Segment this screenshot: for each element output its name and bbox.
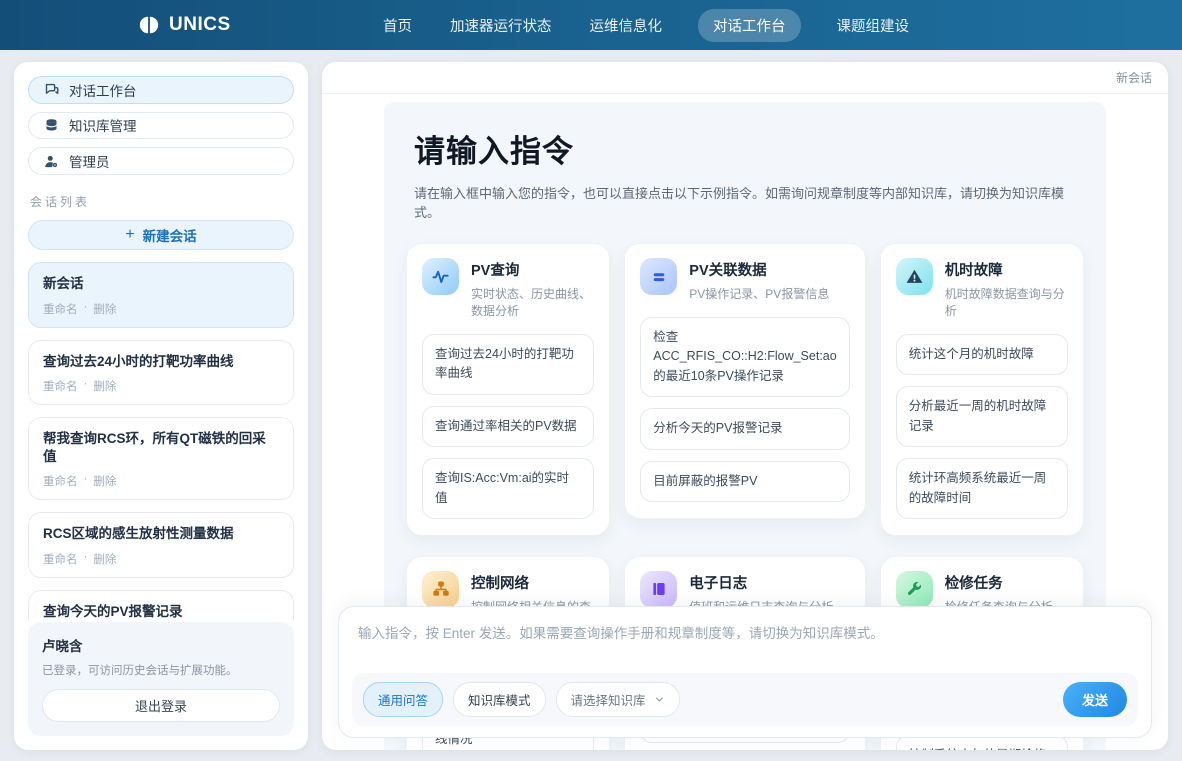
rename-action[interactable]: 重命名 [43,473,78,489]
action-divider: · [84,473,88,489]
session-title: 新会话 [1116,69,1152,86]
card-subtitle: PV操作记录、PV报警信息 [689,285,829,302]
conversation-item[interactable]: 查询今天的PV报警记录 重命名 · 删除 [28,590,294,620]
card-title: PV查询 [471,259,594,280]
waveform-icon [422,258,459,295]
card-subtitle: 实时状态、历史曲线、数据分析 [471,285,594,319]
example-chip[interactable]: 统计环高频系统最近一周的故障时间 [896,458,1068,519]
delete-action[interactable]: 删除 [93,378,116,394]
warning-icon [896,258,933,295]
database-icon [44,118,59,133]
user-card: 卢晓含 已登录，可访问历史会话与扩展功能。 退出登录 [28,622,294,736]
logo-text: UNICS [169,14,231,36]
card-title: 检修任务 [945,572,1053,593]
wrench-icon [896,571,933,608]
book-icon [640,571,677,608]
page-subtitle: 请在输入框中输入您的指令，也可以直接点击以下示例指令。如需询问规章制度等内部知识… [414,183,1084,221]
user-name: 卢晓含 [42,635,280,655]
conversation-title: 查询今天的PV报警记录 [43,603,279,620]
knowledge-base-select-label: 请选择知识库 [571,690,646,709]
sidebar-item-knowledge-base[interactable]: 知识库管理 [28,112,294,140]
conversation-title: 新会话 [43,275,279,293]
main-panel: 新会话 请输入指令 请在输入框中输入您的指令，也可以直接点击以下示例指令。如需询… [322,62,1168,750]
nav-accelerator-status[interactable]: 加速器运行状态 [448,9,554,42]
action-divider: · [84,378,88,394]
conversation-item[interactable]: 查询过去24小时的打靶功率曲线 重命名 · 删除 [28,340,294,406]
example-chip[interactable]: 查询过去24小时的打靶功率曲线 [422,334,594,395]
rename-action[interactable]: 重命名 [43,551,78,567]
network-icon [422,571,459,608]
action-divider: · [84,301,88,317]
composer-footer: 通用问答 知识库模式 请选择知识库 发送 [352,673,1138,726]
action-divider: · [84,551,88,567]
conversation-title: 帮我查询RCS环，所有QT磁铁的回采值 [43,430,279,465]
card-title: 控制网络 [471,572,594,593]
conversation-list: 新会话 重命名 · 删除 查询过去24小时的打靶功率曲线 重命名 · 删除 帮我… [28,262,294,620]
example-chip[interactable]: 分析最近一周的机时故障记录 [896,386,1068,447]
nav-ops-informatization[interactable]: 运维信息化 [588,9,665,42]
mode-general-qa[interactable]: 通用问答 [363,682,443,717]
sidebar-item-chat-workbench[interactable]: 对话工作台 [28,76,294,104]
card-pv-query: PV查询 实时状态、历史曲线、数据分析 查询过去24小时的打靶功率曲线 查询通过… [406,243,610,536]
conversation-list-label: 会话列表 [30,193,292,210]
rename-action[interactable]: 重命名 [43,378,78,394]
sidebar-item-admin[interactable]: 管理员 [28,147,294,175]
delete-action[interactable]: 删除 [93,473,116,489]
card-subtitle: 机时故障数据查询与分析 [945,285,1068,319]
new-session-label: 新建会话 [143,225,197,245]
unics-logo-icon [138,14,160,36]
admin-icon [44,154,59,169]
sidebar-item-label: 对话工作台 [69,80,137,100]
knowledge-base-select[interactable]: 请选择知识库 [556,682,680,717]
chevron-down-icon [654,694,665,705]
nav-home[interactable]: 首页 [381,9,414,42]
logout-button[interactable]: 退出登录 [42,689,280,722]
card-title: 电子日志 [689,572,833,593]
page-title: 请输入指令 [414,126,1084,171]
sidebar-item-label: 管理员 [69,151,110,171]
nav-chat-workbench[interactable]: 对话工作台 [698,9,801,42]
send-button[interactable]: 发送 [1063,682,1127,717]
user-status: 已登录，可访问历史会话与扩展功能。 [42,662,280,678]
rename-action[interactable]: 重命名 [43,301,78,317]
example-chip[interactable]: 目前屏蔽的报警PV [640,461,849,502]
logo: UNICS [138,14,231,36]
card-title: PV关联数据 [689,259,829,280]
new-session-button[interactable]: + 新建会话 [28,220,294,250]
main-topbar: 新会话 [322,62,1168,94]
plus-icon: + [125,227,134,243]
app-header: UNICS 首页 加速器运行状态 运维信息化 对话工作台 课题组建设 [0,0,1182,50]
conversation-item[interactable]: 新会话 重命名 · 删除 [28,262,294,328]
top-nav: 首页 加速器运行状态 运维信息化 对话工作台 课题组建设 [271,9,911,42]
conversation-item[interactable]: RCS区域的感生放射性测量数据 重命名 · 删除 [28,512,294,578]
example-chip[interactable]: 统计这个月的机时故障 [896,334,1068,375]
example-chip[interactable]: 分析今天的PV报警记录 [640,408,849,449]
example-chip[interactable]: 查询IS:Acc:Vm:ai的实时值 [422,458,594,519]
conversation-item[interactable]: 帮我查询RCS环，所有QT磁铁的回采值 重命名 · 删除 [28,417,294,500]
card-title: 机时故障 [945,259,1068,280]
example-chip[interactable]: 检查ACC_RFIS_CO::H2:Flow_Set:ao的最近10条PV操作记… [640,317,849,397]
example-chip[interactable]: 查询通过率相关的PV数据 [422,406,594,447]
nav-research-group[interactable]: 课题组建设 [835,9,912,42]
stacked-bars-icon [640,258,677,295]
conversation-title: RCS区域的感生放射性测量数据 [43,525,279,543]
delete-action[interactable]: 删除 [93,551,116,567]
sidebar: 对话工作台 知识库管理 管理员 会话列表 + 新建会话 新会话 重命名 · [14,62,308,750]
composer: 通用问答 知识库模式 请选择知识库 发送 [338,606,1152,738]
delete-action[interactable]: 删除 [93,301,116,317]
conversation-title: 查询过去24小时的打靶功率曲线 [43,353,279,371]
mode-knowledge-base[interactable]: 知识库模式 [453,682,546,717]
command-input[interactable] [352,620,1138,662]
card-pv-related-data: PV关联数据 PV操作记录、PV报警信息 检查ACC_RFIS_CO::H2:F… [624,243,865,519]
card-machine-fault: 机时故障 机时故障数据查询与分析 统计这个月的机时故障 分析最近一周的机时故障记… [880,243,1084,536]
chat-icon [44,82,59,97]
sidebar-item-label: 知识库管理 [69,115,137,135]
